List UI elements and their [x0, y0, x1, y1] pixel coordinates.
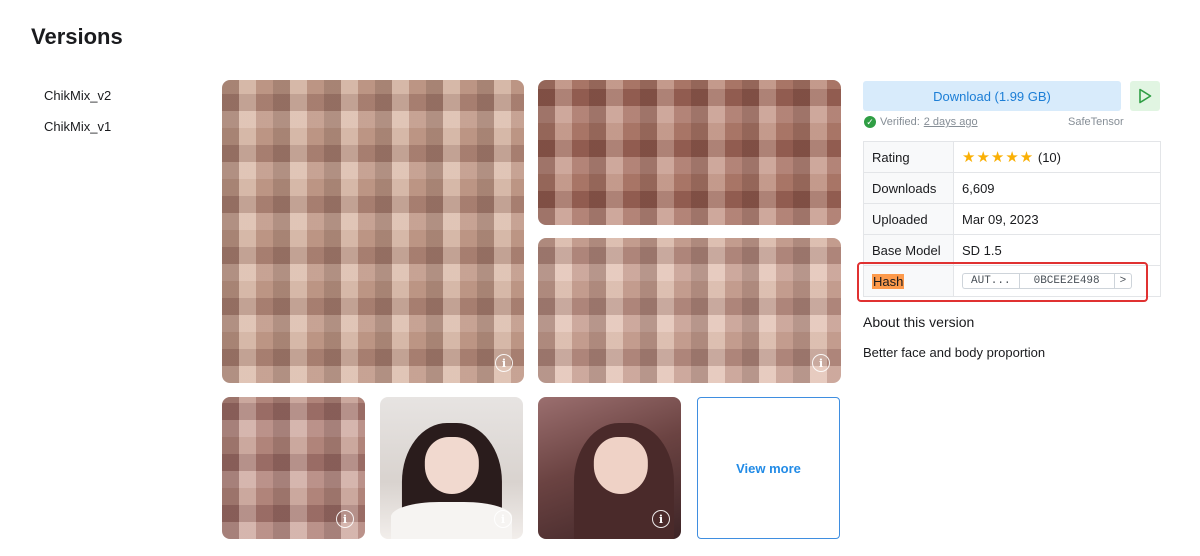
- table-row: Uploaded Mar 09, 2023: [863, 203, 1161, 235]
- table-row: Rating ★★★★★ (10): [863, 141, 1161, 173]
- version-tab-chikmix-v2[interactable]: ChikMix_v2: [44, 88, 111, 103]
- play-icon: [1139, 88, 1152, 104]
- downloads-value: 6,609: [953, 172, 1161, 204]
- gallery-image-bottom-2[interactable]: i: [380, 397, 523, 539]
- info-icon[interactable]: i: [494, 510, 512, 528]
- rating-count: (10): [1037, 150, 1061, 165]
- hash-highlight-box: [857, 262, 1148, 302]
- about-title: About this version: [863, 314, 975, 330]
- view-more-button[interactable]: View more: [697, 397, 840, 539]
- uploaded-label: Uploaded: [863, 203, 954, 235]
- gallery-image-top-right[interactable]: [538, 80, 841, 225]
- verified-time-link[interactable]: 2 days ago: [924, 116, 978, 128]
- rating-cell: ★★★★★ (10): [953, 141, 1161, 173]
- about-text: Better face and body proportion: [863, 345, 1046, 360]
- play-button[interactable]: [1130, 81, 1160, 111]
- table-row: Base Model SD 1.5: [863, 234, 1161, 266]
- downloads-label: Downloads: [863, 172, 954, 204]
- download-button[interactable]: Download (1.99 GB): [863, 81, 1121, 111]
- uploaded-value: Mar 09, 2023: [953, 203, 1161, 235]
- portrait-face: [424, 436, 479, 494]
- info-icon[interactable]: i: [336, 510, 354, 528]
- page-title: Versions: [31, 24, 123, 49]
- table-row: Downloads 6,609: [863, 172, 1161, 204]
- check-circle-icon: ✓: [864, 116, 876, 128]
- gallery-image-mid-right[interactable]: i: [538, 238, 841, 383]
- gallery-image-main[interactable]: i: [222, 80, 524, 383]
- base-model-value: SD 1.5: [953, 234, 1161, 266]
- info-icon[interactable]: i: [652, 510, 670, 528]
- verified-status: ✓ Verified: 2 days ago: [864, 116, 978, 128]
- info-icon[interactable]: i: [495, 354, 513, 372]
- gallery-image-bottom-1[interactable]: i: [222, 397, 365, 539]
- file-format-label: SafeTensor: [1068, 116, 1124, 128]
- portrait-face: [593, 436, 649, 494]
- star-icon: ★★★★★: [962, 149, 1035, 166]
- base-model-label: Base Model: [863, 234, 954, 266]
- version-tab-chikmix-v1[interactable]: ChikMix_v1: [44, 119, 111, 134]
- gallery-image-bottom-3[interactable]: i: [538, 397, 681, 539]
- rating-label: Rating: [863, 141, 954, 173]
- verified-label: Verified:: [880, 116, 920, 128]
- info-icon[interactable]: i: [812, 354, 830, 372]
